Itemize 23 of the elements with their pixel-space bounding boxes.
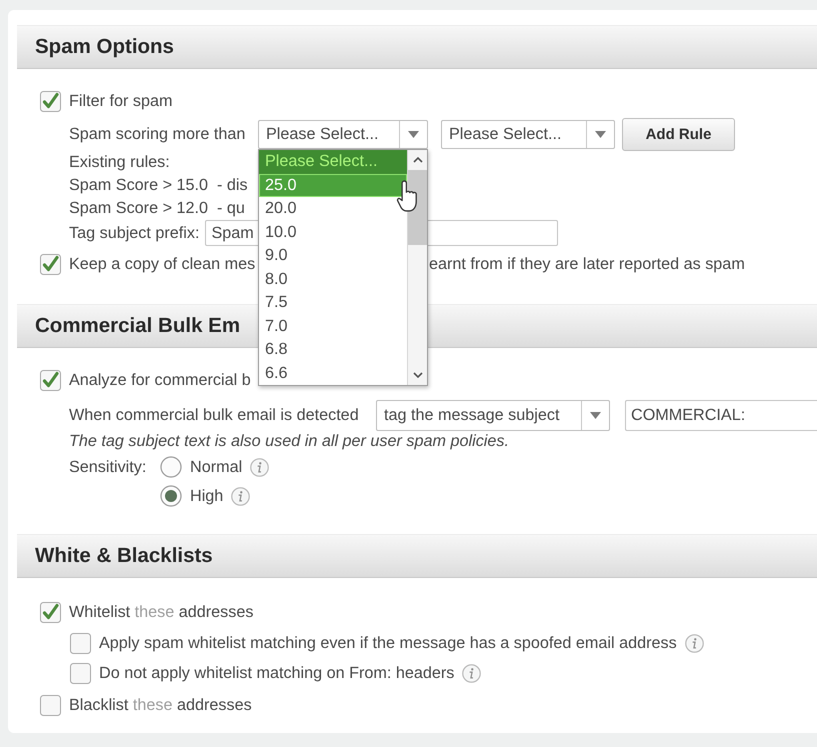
checkbox-label: Whitelist (69, 602, 130, 620)
rule-text: Spam Score > 12.0 - qu (69, 199, 245, 218)
checkbox-label: Keep a copy of clean mes (69, 254, 256, 274)
section-title: Spam Options (35, 35, 174, 59)
section-title: Commercial Bulk Em (35, 314, 240, 338)
checkbox-label: Do not apply whitelist matching on From: headers (99, 664, 454, 682)
rule-text: Spam Score > 15.0 - dis (69, 176, 248, 195)
radio-label: High (190, 486, 224, 506)
checkbox-label: Filter for spam (69, 92, 172, 110)
checkbox-label: Analyze for commercial b (69, 370, 251, 390)
note-text: The tag subject text is also used in all per user spam policies. (69, 432, 509, 450)
rules-heading: Existing rules: (69, 153, 170, 172)
field-label: Sensitivity: (69, 458, 146, 476)
section-title: White & Blacklists (35, 544, 213, 568)
field-label: Spam scoring more than (69, 125, 246, 144)
radio-label: Normal (190, 458, 242, 476)
field-label: Tag subject prefix: (69, 224, 200, 242)
checkbox-label: addresses (178, 602, 254, 620)
field-label: When commercial bulk email is detected (69, 406, 359, 425)
checkbox-label: Blacklist (69, 696, 128, 714)
checkbox-label: addresses (176, 696, 252, 714)
checkbox-label: earnt from if they are later reported as spam (429, 254, 745, 274)
checkbox-label: Apply spam whitelist matching even if the message has a spoofed email address (99, 634, 677, 652)
